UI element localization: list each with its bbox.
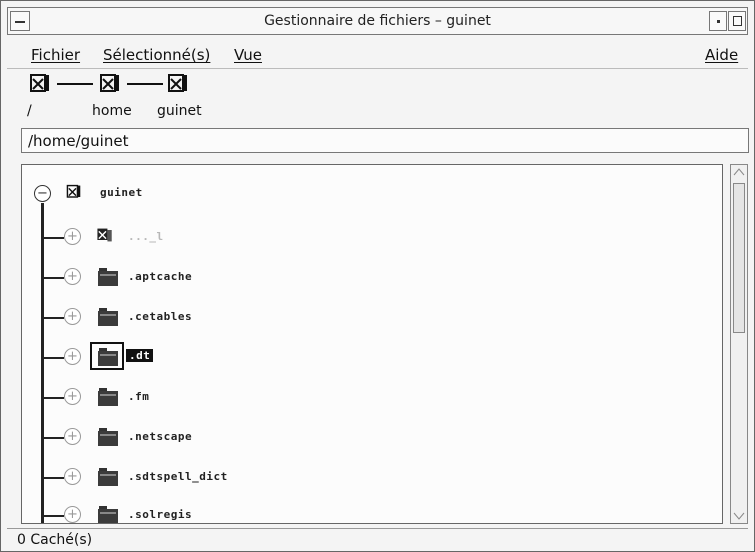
folder-icon — [98, 308, 118, 326]
tree-item-label: .dt — [126, 349, 154, 362]
menu-help[interactable]: Aide — [705, 46, 738, 64]
home-folder-icon — [97, 228, 112, 242]
tree-item[interactable]: + .fm — [64, 386, 364, 410]
folder-icon — [98, 428, 118, 446]
breadcrumb-guinet-label: guinet — [157, 103, 202, 119]
tree-root-label: guinet — [100, 186, 143, 199]
tree-item[interactable]: + .cetables — [64, 306, 364, 330]
folder-icon — [98, 468, 118, 486]
breadcrumb-root-label: / — [27, 103, 32, 119]
expand-toggle-icon[interactable]: + — [64, 506, 81, 523]
root-folder-icon[interactable] — [29, 73, 57, 95]
menu-file[interactable]: Fichier — [31, 46, 80, 64]
status-bar: 0 Caché(s) — [7, 528, 748, 550]
tree-branch — [44, 477, 64, 479]
breadcrumb-home-label: home — [92, 103, 132, 119]
tree-item[interactable]: + .aptcache — [64, 266, 364, 290]
expand-toggle-icon[interactable]: + — [64, 228, 81, 245]
folder-icon — [98, 348, 118, 366]
tree-item[interactable]: + .netscape — [64, 426, 364, 450]
vertical-scrollbar[interactable] — [730, 164, 748, 524]
tree-item[interactable]: + .sdtspell_dict — [64, 466, 364, 490]
window-title: Gestionnaire de fichiers – guinet — [264, 13, 491, 29]
expand-toggle-icon[interactable]: + — [64, 268, 81, 285]
expand-toggle-icon[interactable]: + — [64, 468, 81, 485]
file-manager-window: Gestionnaire de fichiers – guinet Fichie… — [0, 0, 755, 552]
tree-branch — [44, 397, 64, 399]
tree-item-label: ..._l — [128, 230, 164, 243]
collapse-toggle-icon[interactable]: − — [34, 185, 51, 202]
tree-root[interactable]: − guinet — [34, 183, 234, 207]
tree-item-label: .cetables — [128, 310, 193, 323]
expand-toggle-icon[interactable]: + — [64, 428, 81, 445]
menu-view[interactable]: Vue — [234, 46, 262, 64]
tree-item-label: .aptcache — [128, 270, 193, 283]
tree-item[interactable]: + .solregis — [64, 504, 364, 523]
tree-branch — [44, 515, 64, 517]
folder-tree[interactable]: − guinet + ..._l + .aptcache + .cetables… — [21, 164, 723, 524]
scroll-down-arrow-icon[interactable] — [731, 509, 747, 523]
scroll-thumb[interactable] — [733, 183, 745, 333]
tree-item-selected[interactable]: + .dt — [64, 342, 364, 370]
folder-icon — [98, 268, 118, 286]
breadcrumb: / home guinet — [21, 73, 321, 121]
home-folder-icon[interactable] — [99, 73, 127, 95]
tree-branch — [44, 237, 64, 239]
tree-branch — [44, 277, 64, 279]
path-input[interactable]: /home/guinet — [21, 128, 749, 153]
title-bar[interactable]: Gestionnaire de fichiers – guinet — [7, 7, 748, 35]
tree-item[interactable]: + ..._l — [64, 226, 364, 250]
maximize-button[interactable] — [728, 11, 746, 31]
tree-branch — [44, 317, 64, 319]
folder-icon — [98, 388, 118, 406]
path-connector — [57, 83, 93, 85]
menu-selected[interactable]: Sélectionné(s) — [103, 46, 210, 64]
expand-toggle-icon[interactable]: + — [64, 388, 81, 405]
folder-icon — [98, 506, 118, 523]
path-connector — [127, 83, 163, 85]
minimize-button[interactable] — [709, 11, 727, 31]
tree-trunk — [41, 203, 44, 523]
expand-toggle-icon[interactable]: + — [64, 308, 81, 325]
guinet-folder-icon[interactable] — [167, 73, 195, 95]
tree-item-label: .netscape — [128, 430, 193, 443]
menu-bar: Fichier Sélectionné(s) Vue Aide — [7, 39, 748, 69]
expand-toggle-icon[interactable]: + — [64, 348, 81, 365]
tree-item-label: .fm — [128, 390, 150, 403]
scroll-up-arrow-icon[interactable] — [731, 165, 747, 179]
tree-branch — [44, 437, 64, 439]
home-folder-icon — [66, 184, 81, 198]
tree-item-label: .sdtspell_dict — [128, 470, 228, 483]
tree-branch — [44, 357, 64, 359]
tree-item-label: .solregis — [128, 508, 193, 521]
